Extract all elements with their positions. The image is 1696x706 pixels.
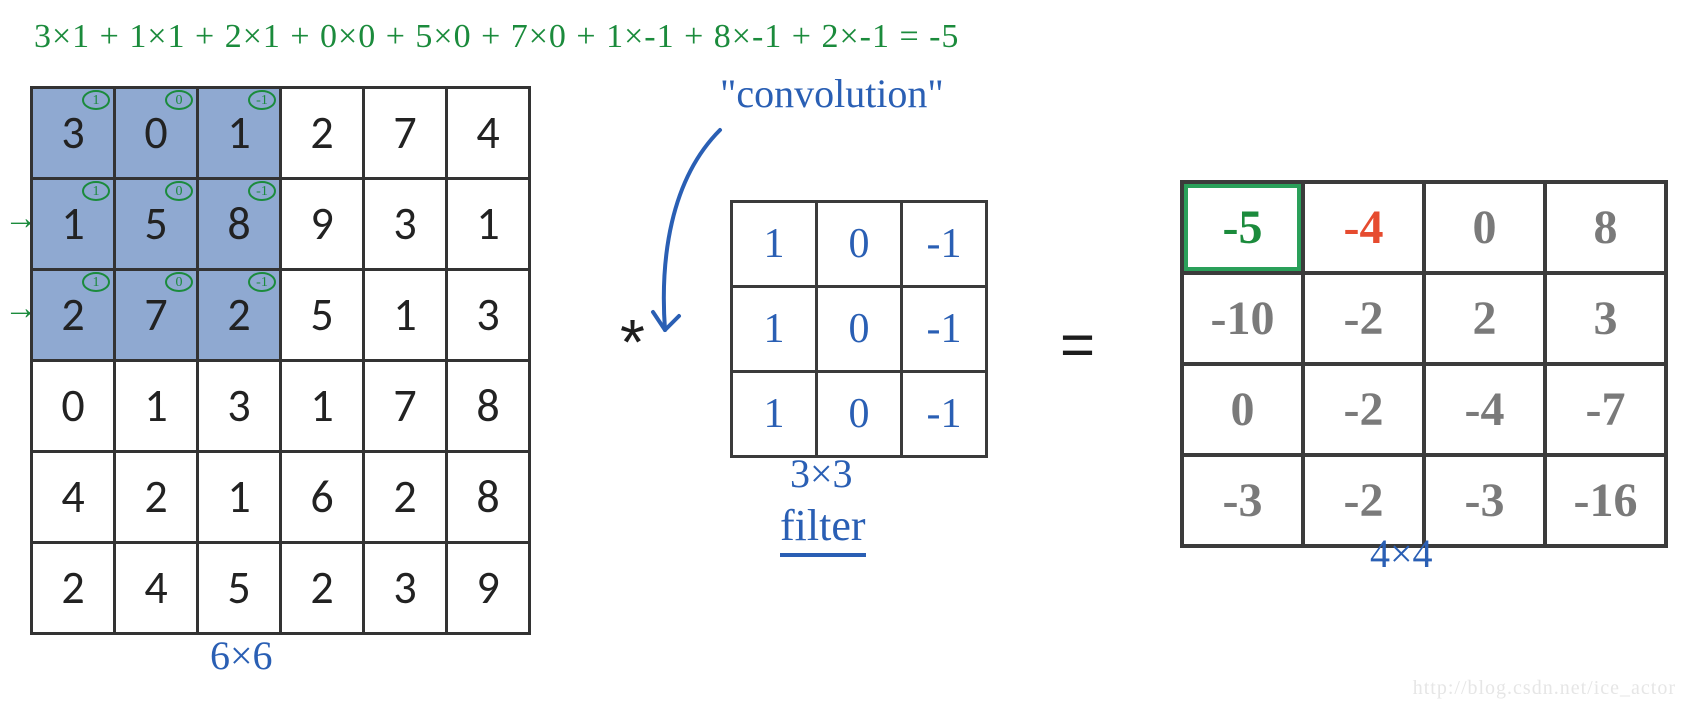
weight-superscript: 1 bbox=[81, 180, 111, 202]
output-cell: -3 bbox=[1182, 455, 1303, 546]
output-cell: -16 bbox=[1545, 455, 1666, 546]
input-cell: 2 bbox=[115, 452, 198, 543]
svg-text:0: 0 bbox=[176, 93, 183, 108]
input-cell: 8 bbox=[447, 452, 530, 543]
output-cell: -4 bbox=[1424, 364, 1545, 455]
output-cell: -7 bbox=[1545, 364, 1666, 455]
filter-matrix: 10-1 10-1 10-1 bbox=[730, 200, 988, 458]
svg-text:-1: -1 bbox=[256, 184, 268, 199]
svg-text:-1: -1 bbox=[256, 275, 268, 290]
output-cell: 0 bbox=[1424, 182, 1545, 273]
input-cell: 2 bbox=[364, 452, 447, 543]
output-cell: -2 bbox=[1303, 273, 1424, 364]
filter-cell: 0 bbox=[817, 202, 902, 287]
input-cell: 21 bbox=[32, 270, 115, 361]
weight-superscript: 1 bbox=[81, 89, 111, 111]
output-cell: -2 bbox=[1303, 364, 1424, 455]
input-cell: 3 bbox=[198, 361, 281, 452]
input-cell: 1-1 bbox=[198, 88, 281, 179]
convolution-label: "convolution" bbox=[720, 70, 944, 117]
input-cell: 3 bbox=[364, 543, 447, 634]
output-cell: -4 bbox=[1303, 182, 1424, 273]
input-cell: 6 bbox=[281, 452, 364, 543]
filter-cell: -1 bbox=[902, 287, 987, 372]
input-cell: 4 bbox=[32, 452, 115, 543]
input-cell: 00 bbox=[115, 88, 198, 179]
filter-size-label: 3×3 bbox=[790, 450, 853, 497]
svg-text:0: 0 bbox=[176, 184, 183, 199]
input-cell: 2 bbox=[281, 88, 364, 179]
input-cell: 7 bbox=[364, 88, 447, 179]
filter-name-label: filter bbox=[780, 500, 866, 557]
input-cell: 0 bbox=[32, 361, 115, 452]
watermark-text: http://blog.csdn.net/ice_actor bbox=[1413, 677, 1676, 700]
filter-cell: 1 bbox=[732, 287, 817, 372]
input-cell: 1 bbox=[115, 361, 198, 452]
input-cell: 9 bbox=[281, 179, 364, 270]
svg-text:0: 0 bbox=[176, 275, 183, 290]
input-cell: 5 bbox=[198, 543, 281, 634]
filter-cell: 1 bbox=[732, 202, 817, 287]
input-cell: 3 bbox=[447, 270, 530, 361]
weight-superscript: 1 bbox=[81, 271, 111, 293]
equals-sign: = bbox=[1060, 310, 1095, 379]
output-cell: 8 bbox=[1545, 182, 1666, 273]
output-cell: -5 bbox=[1182, 182, 1303, 273]
svg-text:1: 1 bbox=[93, 275, 100, 290]
output-cell: 3 bbox=[1545, 273, 1666, 364]
input-cell: 31 bbox=[32, 88, 115, 179]
input-cell: 2 bbox=[32, 543, 115, 634]
input-matrix: 31001-127411508-193121702-15130131784216… bbox=[30, 86, 531, 635]
svg-text:-1: -1 bbox=[256, 93, 268, 108]
filter-cell: 0 bbox=[817, 372, 902, 457]
svg-text:1: 1 bbox=[93, 93, 100, 108]
input-cell: 50 bbox=[115, 179, 198, 270]
weight-superscript: -1 bbox=[247, 180, 277, 202]
input-cell: 9 bbox=[447, 543, 530, 634]
input-cell: 8 bbox=[447, 361, 530, 452]
output-cell: 0 bbox=[1182, 364, 1303, 455]
input-cell: 4 bbox=[115, 543, 198, 634]
filter-cell: -1 bbox=[902, 372, 987, 457]
output-cell: -10 bbox=[1182, 273, 1303, 364]
output-cell: -3 bbox=[1424, 455, 1545, 546]
filter-cell: -1 bbox=[902, 202, 987, 287]
input-cell: 8-1 bbox=[198, 179, 281, 270]
weight-superscript: 0 bbox=[164, 271, 194, 293]
input-cell: 1 bbox=[198, 452, 281, 543]
input-cell: 1 bbox=[447, 179, 530, 270]
weight-superscript: -1 bbox=[247, 271, 277, 293]
weight-superscript: 0 bbox=[164, 180, 194, 202]
input-cell: 2-1 bbox=[198, 270, 281, 361]
weight-superscript: -1 bbox=[247, 89, 277, 111]
input-cell: 11 bbox=[32, 179, 115, 270]
output-matrix: -5-408-10-2230-2-4-7-3-2-3-16 bbox=[1180, 180, 1668, 548]
output-cell: 2 bbox=[1424, 273, 1545, 364]
input-cell: 4 bbox=[447, 88, 530, 179]
input-cell: 1 bbox=[281, 361, 364, 452]
output-size-label: 4×4 bbox=[1370, 530, 1433, 577]
input-cell: 1 bbox=[364, 270, 447, 361]
svg-text:1: 1 bbox=[93, 184, 100, 199]
input-size-label: 6×6 bbox=[210, 632, 273, 679]
weight-superscript: 0 bbox=[164, 89, 194, 111]
input-cell: 3 bbox=[364, 179, 447, 270]
input-cell: 5 bbox=[281, 270, 364, 361]
input-cell: 70 bbox=[115, 270, 198, 361]
filter-cell: 0 bbox=[817, 287, 902, 372]
input-cell: 7 bbox=[364, 361, 447, 452]
filter-cell: 1 bbox=[732, 372, 817, 457]
input-cell: 2 bbox=[281, 543, 364, 634]
equation-computation: 3×1 + 1×1 + 2×1 + 0×0 + 5×0 + 7×0 + 1×-1… bbox=[34, 18, 959, 56]
